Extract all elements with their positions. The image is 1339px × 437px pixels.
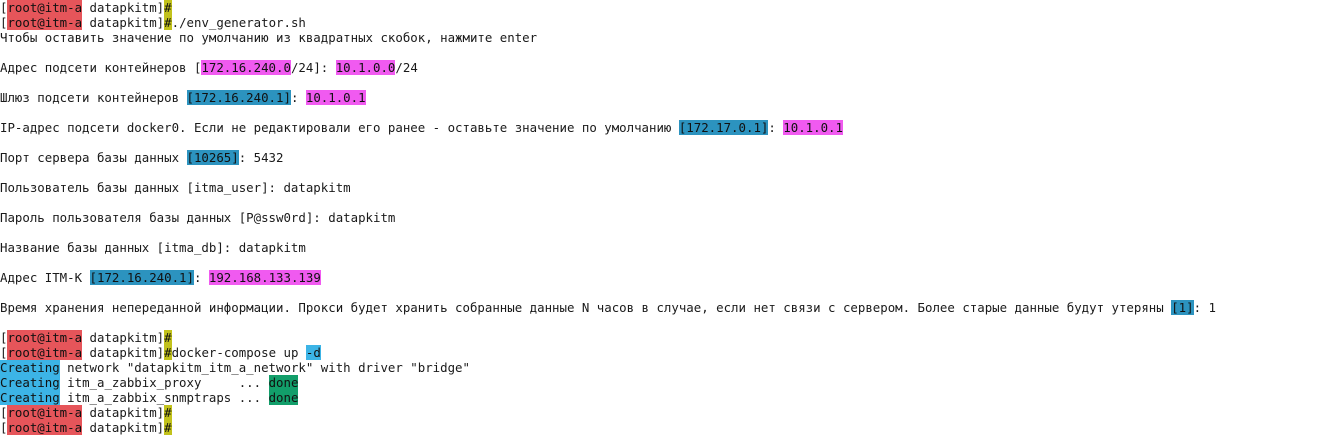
prompt-host: root@itm-a xyxy=(7,15,83,30)
prompt-host: root@itm-a xyxy=(7,420,83,435)
command-docker-compose: docker-compose up xyxy=(171,345,306,360)
prompt-host: root@itm-a xyxy=(7,345,83,360)
prompt-host: root@itm-a xyxy=(7,405,83,420)
separator: : xyxy=(193,270,209,285)
prompt-dir: datapkitm] xyxy=(82,330,165,345)
done-status: done xyxy=(268,375,299,390)
entered-value: 10.1.0.0 xyxy=(335,60,396,75)
separator: : xyxy=(768,120,784,135)
default-suffix: /24]: xyxy=(290,60,336,75)
default-value: [10265] xyxy=(186,150,239,165)
prompt-dir: datapkitm] xyxy=(82,420,165,435)
entered-value: : 5432 xyxy=(238,150,284,165)
prompt-symbol: # xyxy=(164,420,172,435)
entered-value: 10.1.0.1 xyxy=(783,120,843,135)
prompt-open-bracket: [ xyxy=(0,15,8,30)
question-retention: Время хранения непереданной информации. … xyxy=(0,300,1339,315)
prompt-symbol: # xyxy=(164,405,172,420)
command-flag: -d xyxy=(305,345,321,360)
question-db-name: Название базы данных [itma_db]: datapkit… xyxy=(0,240,306,255)
done-status: done xyxy=(268,390,299,405)
question-label: Время хранения непереданной информации. … xyxy=(0,300,1172,315)
prompt-dir: datapkitm] xyxy=(82,345,165,360)
output-text: network "datapkitm_itm_a_network" with d… xyxy=(59,360,470,375)
prompt-open-bracket: [ xyxy=(0,420,8,435)
prompt-line: [root@itm-a datapkitm]# xyxy=(0,330,1339,345)
default-value: [172.16.240.1] xyxy=(89,270,194,285)
output-text: itm_a_zabbix_snmptraps ... xyxy=(59,390,269,405)
prompt-line-command: [root@itm-a datapkitm]#docker-compose up… xyxy=(0,345,1339,360)
question-db-password: Пароль пользователя базы данных [P@ssw0r… xyxy=(0,210,396,225)
question-docker0: IP-адрес подсети docker0. Если не редакт… xyxy=(0,120,1339,135)
default-value: [172.17.0.1] xyxy=(678,120,769,135)
prompt-line-current[interactable]: [root@itm-a datapkitm]# xyxy=(0,420,1339,435)
question-label: Адрес подсети контейнеров [ xyxy=(0,60,202,75)
prompt-open-bracket: [ xyxy=(0,330,8,345)
prompt-dir: datapkitm] xyxy=(82,0,165,15)
output-proxy: Creating itm_a_zabbix_proxy ... done xyxy=(0,375,1339,390)
entered-value: 192.168.133.139 xyxy=(208,270,321,285)
separator: : xyxy=(290,90,306,105)
question-label: Шлюз подсети контейнеров xyxy=(0,90,187,105)
prompt-dir: datapkitm] xyxy=(82,15,165,30)
command-env-generator: ./env_generator.sh xyxy=(171,15,306,30)
prompt-open-bracket: [ xyxy=(0,0,8,15)
entered-value: : 1 xyxy=(1193,300,1216,315)
prompt-host: root@itm-a xyxy=(7,330,83,345)
entered-value: 10.1.0.1 xyxy=(305,90,366,105)
output-text: itm_a_zabbix_proxy ... xyxy=(59,375,269,390)
creating-label: Creating xyxy=(0,375,60,390)
prompt-dir: datapkitm] xyxy=(82,405,165,420)
output-snmptraps: Creating itm_a_zabbix_snmptraps ... done xyxy=(0,390,1339,405)
default-value: 172.16.240.0 xyxy=(201,60,291,75)
creating-label: Creating xyxy=(0,390,60,405)
question-label: IP-адрес подсети docker0. Если не редакт… xyxy=(0,120,679,135)
prompt-symbol: # xyxy=(164,330,172,345)
question-itm-k-address: Адрес ITM-K [172.16.240.1]: 192.168.133.… xyxy=(0,270,1339,285)
prompt-symbol: # xyxy=(164,345,172,360)
default-value: [172.16.240.1] xyxy=(186,90,291,105)
output-network: Creating network "datapkitm_itm_a_networ… xyxy=(0,360,1339,375)
question-gateway: Шлюз подсети контейнеров [172.16.240.1]:… xyxy=(0,90,1339,105)
question-db-user: Пользователь базы данных [itma_user]: da… xyxy=(0,180,351,195)
question-subnet: Адрес подсети контейнеров [172.16.240.0/… xyxy=(0,60,1339,75)
prompt-open-bracket: [ xyxy=(0,345,8,360)
question-db-port: Порт сервера базы данных [10265]: 5432 xyxy=(0,150,1339,165)
prompt-symbol: # xyxy=(164,0,172,15)
question-label: Порт сервера базы данных xyxy=(0,150,187,165)
prompt-host: root@itm-a xyxy=(7,0,83,15)
prompt-line: [root@itm-a datapkitm]# xyxy=(0,405,1339,420)
terminal-window[interactable]: [root@itm-a datapkitm]# [root@itm-a data… xyxy=(0,0,1339,437)
prompt-line-command: [root@itm-a datapkitm]#./env_generator.s… xyxy=(0,15,1339,30)
prompt-symbol: # xyxy=(164,15,172,30)
creating-label: Creating xyxy=(0,360,60,375)
prompt-line: [root@itm-a datapkitm]# xyxy=(0,0,1339,15)
intro-text: Чтобы оставить значение по умолчанию из … xyxy=(0,30,538,45)
prompt-open-bracket: [ xyxy=(0,405,8,420)
entered-suffix: /24 xyxy=(395,60,418,75)
question-label: Адрес ITM-K xyxy=(0,270,90,285)
default-value: [1] xyxy=(1171,300,1194,315)
